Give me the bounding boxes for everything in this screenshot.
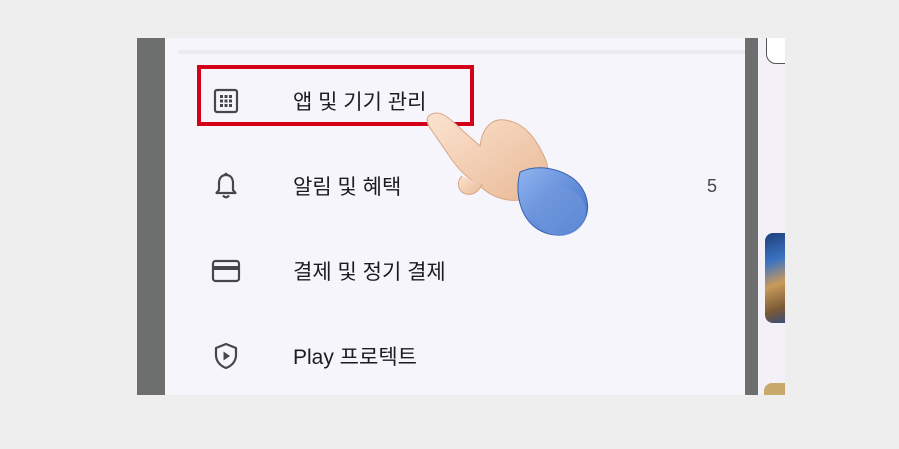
menu-item-payments[interactable]: 결제 및 정기 결제 <box>165 236 745 306</box>
menu-item-label: 알림 및 혜택 <box>293 176 402 199</box>
pointing-hand-icon <box>426 112 589 236</box>
background-card <box>766 38 785 64</box>
divider <box>178 50 745 54</box>
menu-item-label: 결제 및 정기 결제 <box>293 261 446 284</box>
menu-item-label: Play 프로텍트 <box>293 346 417 369</box>
notification-count-badge: 5 <box>706 175 717 196</box>
background-app-thumbnail <box>764 383 785 395</box>
background-app-list <box>758 38 785 395</box>
shield-play-icon <box>211 341 241 371</box>
credit-card-icon <box>211 256 241 286</box>
background-app-thumbnail <box>765 233 785 323</box>
bell-icon <box>211 171 241 201</box>
menu-item-play-protect[interactable]: Play 프로텍트 <box>165 321 745 391</box>
